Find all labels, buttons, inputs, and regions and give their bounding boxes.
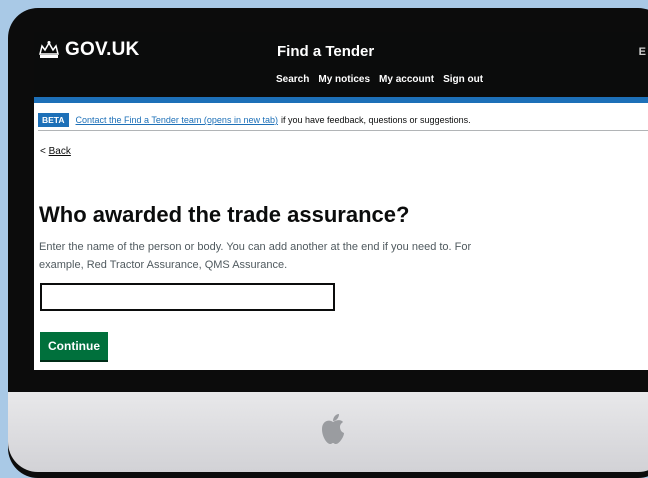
- assurance-body-input[interactable]: [40, 283, 335, 311]
- language-toggle[interactable]: E: [639, 46, 646, 58]
- logo-text: GOV.UK: [65, 39, 140, 60]
- page-title: Who awarded the trade assurance?: [39, 202, 410, 227]
- header-navigation: Search My notices My account Sign out: [276, 74, 483, 85]
- phase-banner: BETA Contact the Find a Tender team (ope…: [38, 110, 648, 131]
- service-name[interactable]: Find a Tender: [277, 43, 374, 60]
- govuk-header: GOV.UK Find a Tender Search My notices M…: [34, 32, 648, 97]
- header-accent-bar: [34, 97, 648, 103]
- browser-screen: GOV.UK Find a Tender Search My notices M…: [34, 32, 648, 370]
- back-link-label: Back: [48, 146, 71, 157]
- apple-logo-icon: [322, 414, 344, 444]
- nav-my-account[interactable]: My account: [379, 74, 434, 85]
- feedback-link[interactable]: Contact the Find a Tender team (opens in…: [76, 115, 278, 125]
- continue-button[interactable]: Continue: [40, 332, 108, 360]
- crown-icon: [39, 41, 59, 58]
- back-arrow-icon: <: [40, 146, 46, 157]
- nav-search[interactable]: Search: [276, 74, 309, 85]
- back-link[interactable]: < Back: [40, 146, 71, 157]
- nav-sign-out[interactable]: Sign out: [443, 74, 483, 85]
- phase-banner-text: if you have feedback, questions or sugge…: [280, 115, 471, 125]
- govuk-logo[interactable]: GOV.UK: [38, 39, 139, 61]
- nav-my-notices[interactable]: My notices: [318, 74, 370, 85]
- hint-text: Enter the name of the person or body. Yo…: [39, 241, 472, 271]
- beta-tag: BETA: [38, 113, 69, 127]
